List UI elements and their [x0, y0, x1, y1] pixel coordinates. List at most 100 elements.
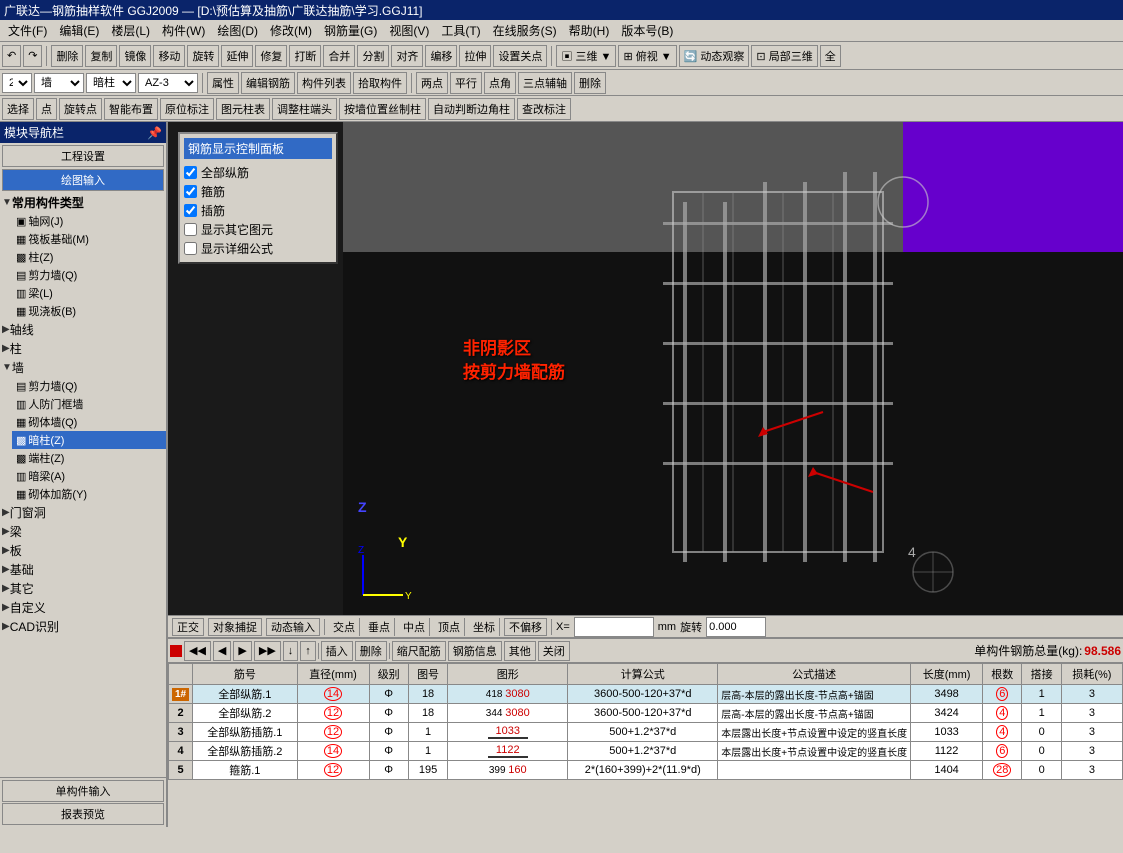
report-preview-btn[interactable]: 报表预览 — [2, 803, 164, 825]
tree-leaf-beam[interactable]: ▥ 梁(L) — [12, 284, 166, 302]
menu-component[interactable]: 构件(W) — [156, 20, 211, 41]
nav-next-btn[interactable]: ▶ — [233, 641, 251, 661]
x-input[interactable] — [574, 617, 654, 637]
table-row[interactable]: 4全部纵筋插筋.214Φ11122500+1.2*37*d本层露出长度+节点设置… — [169, 742, 1123, 761]
move-btn[interactable]: 移动 — [153, 45, 185, 67]
tree-leaf-masonry-bar[interactable]: ▦ 砌体加筋(Y) — [12, 485, 166, 503]
delete-btn[interactable]: 删除 — [51, 45, 83, 67]
del-row-btn[interactable]: 删除 — [355, 641, 387, 661]
table-container[interactable]: 筋号 直径(mm) 级别 图号 图形 计算公式 公式描述 长度(mm) 根数 搭… — [168, 663, 1123, 827]
menu-floor[interactable]: 楼层(L) — [105, 20, 156, 41]
3d-canvas[interactable]: Z Y 4 非阴影区 按剪力 — [343, 122, 1123, 615]
axis-group[interactable]: ▶ 轴线 — [0, 320, 166, 339]
menu-modify[interactable]: 修改(M) — [264, 20, 318, 41]
steel-check-3[interactable] — [184, 223, 197, 236]
menu-edit[interactable]: 编辑(E) — [53, 20, 105, 41]
menu-version[interactable]: 版本号(B) — [615, 20, 679, 41]
adjust-col-end-btn[interactable]: 调整柱端头 — [272, 98, 337, 120]
snap-btn[interactable]: 对象捕捉 — [208, 618, 262, 636]
break-btn[interactable]: 打断 — [289, 45, 321, 67]
dyn-input-btn[interactable]: 动态输入 — [266, 618, 320, 636]
steel-info-btn[interactable]: 钢筋信息 — [448, 641, 502, 661]
tree-leaf-raft[interactable]: ▦ 筏板基础(M) — [12, 230, 166, 248]
merge-btn[interactable]: 合并 — [323, 45, 355, 67]
perp-btn[interactable]: 垂点 — [364, 618, 395, 636]
table-row[interactable]: 5箍筋.112Φ195399 1602*(160+399)+2*(11.9*d)… — [169, 761, 1123, 780]
check-label-btn[interactable]: 查改标注 — [517, 98, 571, 120]
auto-judge-btn[interactable]: 自动判断边角柱 — [428, 98, 515, 120]
local-3d-btn[interactable]: ⊡ 局部三维 — [751, 45, 817, 67]
offset-btn[interactable]: 编移 — [425, 45, 457, 67]
wall-pos-btn[interactable]: 按墙位置丝制柱 — [339, 98, 426, 120]
mirror-btn[interactable]: 镜像 — [119, 45, 151, 67]
align-btn[interactable]: 对齐 — [391, 45, 423, 67]
other-group[interactable]: ▶ 其它 — [0, 579, 166, 598]
steel-check-1[interactable] — [184, 185, 197, 198]
menu-online[interactable]: 在线服务(S) — [487, 20, 563, 41]
nav-prev-btn[interactable]: ◀ — [213, 641, 231, 661]
redo-btn[interactable]: ↷ — [23, 45, 42, 67]
fullview-btn[interactable]: 全 — [820, 45, 841, 67]
tree-leaf-darkbeam[interactable]: ▥ 暗梁(A) — [12, 467, 166, 485]
other-btn[interactable]: 其他 — [504, 641, 536, 661]
az-select[interactable]: AZ-3 — [138, 73, 198, 93]
component-list-btn[interactable]: 构件列表 — [297, 72, 351, 94]
tree-leaf-endcol[interactable]: ▩ 端柱(Z) — [12, 449, 166, 467]
rotate-input[interactable] — [706, 617, 766, 637]
point-btn[interactable]: 点 — [36, 98, 57, 120]
floor-select[interactable]: 2 — [2, 73, 32, 93]
common-group-header[interactable]: ▼ 常用构件类型 — [0, 193, 166, 212]
table-row[interactable]: 1#全部纵筋.114Φ18418 30803600-500-120+37*d层高… — [169, 685, 1123, 704]
foundation-group[interactable]: ▶ 基础 — [0, 560, 166, 579]
menu-file[interactable]: 文件(F) — [2, 20, 53, 41]
undo-btn[interactable]: ↶ — [2, 45, 21, 67]
nav-up-btn[interactable]: ↑ — [300, 641, 316, 661]
property-btn[interactable]: 属性 — [207, 72, 239, 94]
board-group[interactable]: ▶ 板 — [0, 541, 166, 560]
setpoint-btn[interactable]: 设置关点 — [493, 45, 547, 67]
coord-btn[interactable]: 坐标 — [469, 618, 500, 636]
project-settings-btn[interactable]: 工程设置 — [2, 145, 164, 167]
type-select[interactable]: 墙 — [34, 73, 84, 93]
no-offset-btn[interactable]: 不偏移 — [504, 618, 547, 636]
cad-group[interactable]: ▶ CAD识别 — [0, 617, 166, 636]
menu-help[interactable]: 帮助(H) — [563, 20, 616, 41]
3d-btn[interactable]: ▣ 三维 ▼ — [556, 45, 616, 67]
beam-group[interactable]: ▶ 梁 — [0, 522, 166, 541]
axis-delete-btn[interactable]: 删除 — [574, 72, 606, 94]
dynamic-btn[interactable]: 🔄 动态观察 — [679, 45, 750, 67]
col-table-btn[interactable]: 图元柱表 — [216, 98, 270, 120]
sub-select[interactable]: 暗柱 — [86, 73, 136, 93]
rotpoint-btn[interactable]: 旋转点 — [59, 98, 102, 120]
menu-steel[interactable]: 钢筋量(G) — [318, 20, 383, 41]
canvas-area[interactable]: 钢筋显示控制面板 全部纵筋 箍筋 插筋 显示其它图元 — [168, 122, 1123, 615]
table-row[interactable]: 3全部纵筋插筋.112Φ11033500+1.2*37*d本层露出长度+节点设置… — [169, 723, 1123, 742]
extend-btn[interactable]: 延伸 — [221, 45, 253, 67]
two-point-btn[interactable]: 两点 — [416, 72, 448, 94]
select-btn[interactable]: 选择 — [2, 98, 34, 120]
tree-leaf-axis[interactable]: ▣ 轴网(J) — [12, 212, 166, 230]
insert-btn[interactable]: 插入 — [321, 641, 353, 661]
wall-group-header[interactable]: ▼ 墙 — [0, 358, 166, 377]
menu-view[interactable]: 视图(V) — [383, 20, 435, 41]
stretch-btn[interactable]: 拉伸 — [459, 45, 491, 67]
menu-draw[interactable]: 绘图(D) — [211, 20, 264, 41]
smart-place-btn[interactable]: 智能布置 — [104, 98, 158, 120]
nav-down-btn[interactable]: ↓ — [283, 641, 299, 661]
pick-component-btn[interactable]: 拾取构件 — [353, 72, 407, 94]
top-btn[interactable]: 顶点 — [434, 618, 465, 636]
nav-pin-icon[interactable]: 📌 — [147, 126, 162, 140]
intersect-btn[interactable]: 交点 — [329, 618, 360, 636]
tree-leaf-masonry[interactable]: ▦ 砌体墙(Q) — [12, 413, 166, 431]
copy-btn[interactable]: 复制 — [85, 45, 117, 67]
door-group[interactable]: ▶ 门窗洞 — [0, 503, 166, 522]
tree-leaf-darkcol[interactable]: ▩ 暗柱(Z) — [12, 431, 166, 449]
parallel-btn[interactable]: 平行 — [450, 72, 482, 94]
ortho-btn[interactable]: 正交 — [172, 618, 204, 636]
mid-btn[interactable]: 中点 — [399, 618, 430, 636]
tree-leaf-shearwall[interactable]: ▤ 剪力墙(Q) — [12, 377, 166, 395]
repair-btn[interactable]: 修复 — [255, 45, 287, 67]
nav-last-btn[interactable]: ▶▶ — [254, 641, 281, 661]
custom-group[interactable]: ▶ 自定义 — [0, 598, 166, 617]
tree-leaf-slab[interactable]: ▦ 现浇板(B) — [12, 302, 166, 320]
